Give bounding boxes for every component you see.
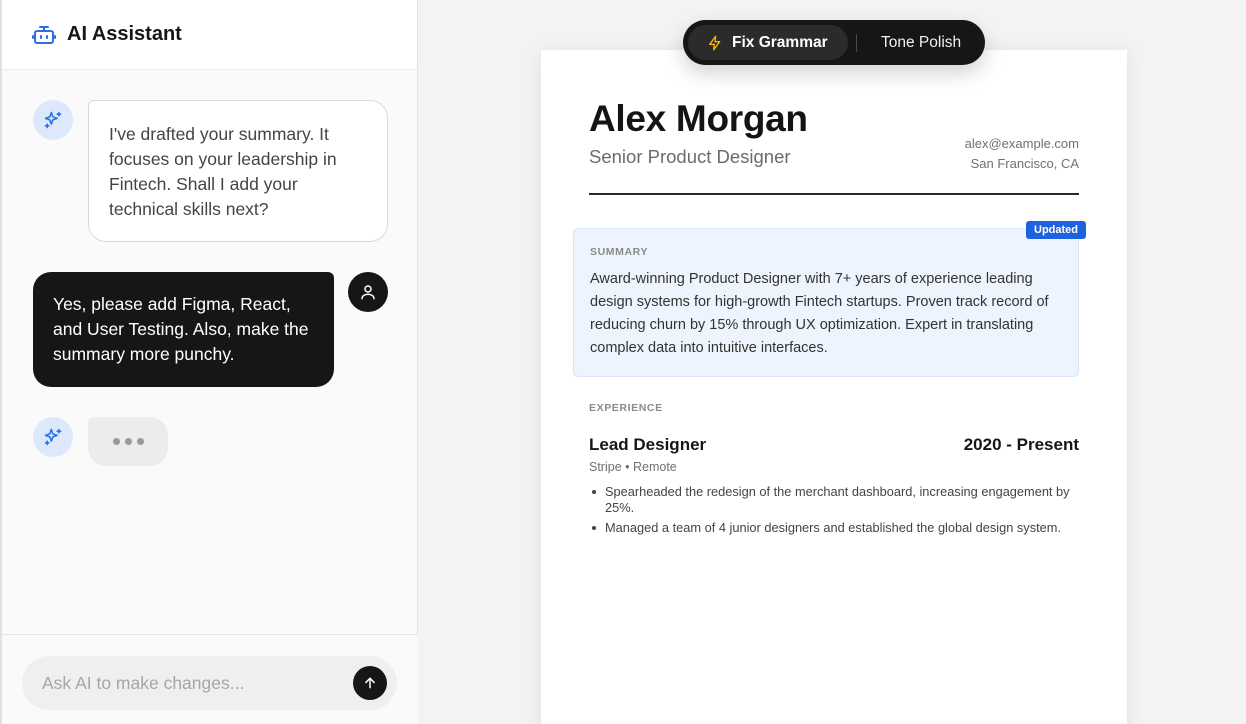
send-button[interactable] xyxy=(353,666,387,700)
summary-label: SUMMARY xyxy=(590,246,649,258)
panel-title: AI Assistant xyxy=(67,23,182,45)
robot-icon xyxy=(32,23,56,47)
summary-text: Award-winning Product Designer with 7+ y… xyxy=(590,271,1049,356)
editing-toolbar: Fix Grammar Tone Polish xyxy=(683,20,985,65)
job-bullets: Spearheaded the redesign of the merchant… xyxy=(589,484,1079,540)
sparkles-icon xyxy=(33,417,73,457)
header-divider xyxy=(589,193,1079,195)
resume-document: Alex Morgan Senior Product Designer alex… xyxy=(541,50,1127,724)
experience-label: EXPERIENCE xyxy=(589,402,663,414)
composer xyxy=(22,656,397,710)
job-title: Lead Designer xyxy=(589,435,707,454)
user-message: Yes, please add Figma, React, and User T… xyxy=(33,272,334,387)
contact-info: alex@example.com San Francisco, CA xyxy=(965,134,1079,174)
ai-assistant-panel: AI Assistant I've drafted your summary. … xyxy=(0,0,418,724)
fix-grammar-label: Fix Grammar xyxy=(732,33,828,51)
assistant-message: I've drafted your summary. It focuses on… xyxy=(88,100,388,242)
panel-header: AI Assistant xyxy=(2,0,417,70)
list-item: Spearheaded the redesign of the merchant… xyxy=(589,484,1079,516)
updated-badge: Updated xyxy=(1026,221,1086,239)
tone-polish-button[interactable]: Tone Polish xyxy=(869,25,973,60)
user-icon xyxy=(348,272,388,312)
sparkles-icon xyxy=(33,100,73,140)
resume-role: Senior Product Designer xyxy=(589,146,791,167)
typing-indicator xyxy=(88,417,168,466)
list-item: Managed a team of 4 junior designers and… xyxy=(589,520,1079,536)
summary-section[interactable]: Updated SUMMARY Award-winning Product De… xyxy=(573,221,1086,377)
contact-email: alex@example.com xyxy=(964,136,1079,151)
contact-location: San Francisco, CA xyxy=(970,156,1079,171)
resume-name: Alex Morgan xyxy=(589,98,808,139)
chat-input[interactable] xyxy=(22,672,342,694)
composer-area xyxy=(2,634,418,724)
fix-grammar-button[interactable]: Fix Grammar xyxy=(688,25,848,60)
typing-dot xyxy=(136,438,144,445)
arrow-up-icon xyxy=(365,677,375,689)
job-company: Stripe • Remote xyxy=(589,460,677,474)
typing-dot xyxy=(112,438,120,445)
toolbar-divider xyxy=(856,33,857,52)
job-dates: 2020 - Present xyxy=(963,435,1079,454)
typing-dot xyxy=(124,438,132,445)
lightning-icon xyxy=(707,35,723,51)
